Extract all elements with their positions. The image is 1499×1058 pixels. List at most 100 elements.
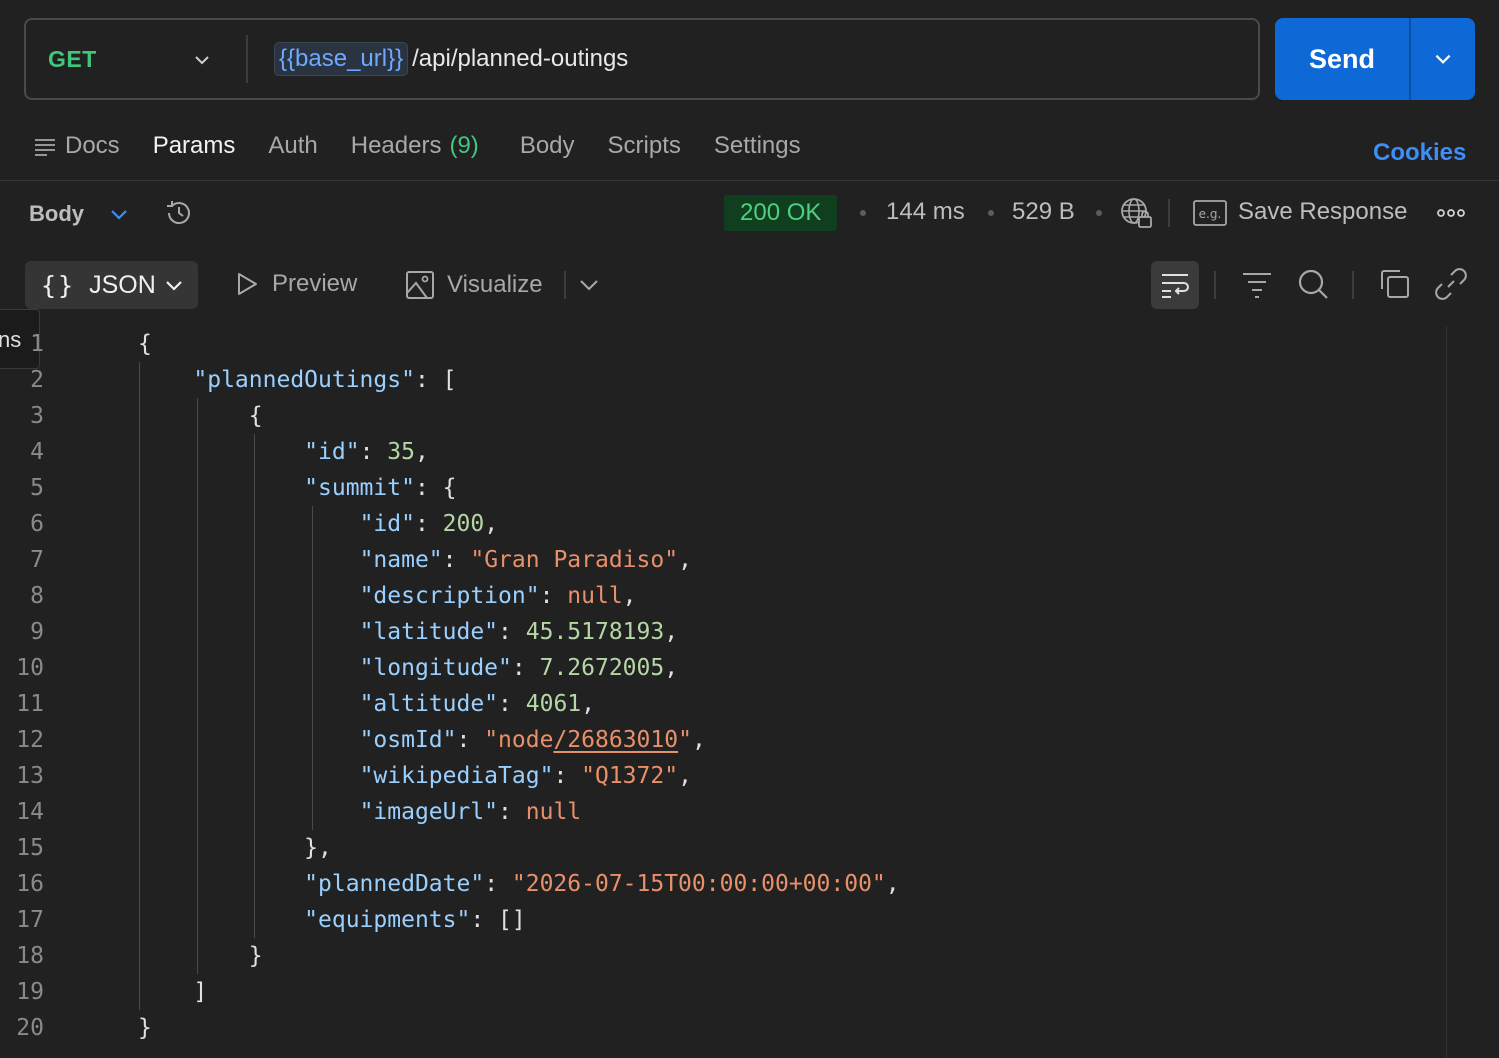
code-line: 3 { — [0, 398, 1445, 434]
code-line: 4 "id": 35, — [0, 434, 1445, 470]
tab-label: Headers — [350, 132, 442, 159]
line-number: 19 — [16, 979, 44, 1005]
docs-icon — [35, 139, 55, 156]
json-array: [] — [498, 907, 526, 933]
tab-auth[interactable]: Auth — [268, 132, 317, 160]
json-key: "equipments" — [304, 907, 471, 933]
chevron-down-icon — [166, 281, 182, 291]
code-line: 15 }, — [0, 830, 1445, 866]
url-variable-chip[interactable]: {{base_url}} — [274, 42, 409, 76]
visualize-button[interactable]: Visualize — [405, 270, 543, 300]
scrollbar[interactable] — [1446, 326, 1447, 1058]
code-line: 9 "latitude": 45.5178193, — [0, 614, 1445, 650]
visualize-label: Visualize — [447, 271, 543, 298]
code-line: 1{ — [0, 326, 1445, 362]
url-path: /api/planned-outings — [412, 45, 629, 72]
json-string: "node — [484, 727, 554, 753]
method-select[interactable]: GET — [26, 20, 246, 98]
send-options-button[interactable] — [1411, 18, 1475, 100]
code-line: 16 "plannedDate": "2026-07-15T00:00:00+0… — [0, 866, 1445, 902]
url-divider — [246, 35, 248, 83]
json-number: 45.5178193 — [525, 619, 665, 645]
code-line: 19 ] — [0, 974, 1445, 1010]
tab-body[interactable]: Body — [520, 132, 575, 160]
tab-label: Auth — [268, 132, 318, 159]
code-line: 11 "altitude": 4061, — [0, 686, 1445, 722]
response-view-label[interactable]: Body — [29, 201, 84, 227]
line-number: 11 — [16, 691, 44, 717]
tab-params[interactable]: Params — [153, 132, 236, 160]
play-icon — [238, 273, 257, 295]
line-number: 13 — [16, 763, 44, 789]
response-size[interactable]: 529 B — [1012, 198, 1075, 226]
tab-headers[interactable]: Headers (9) — [351, 132, 479, 160]
chevron-down-icon[interactable] — [108, 203, 130, 225]
line-number: 9 — [30, 619, 44, 645]
tab-settings[interactable]: Settings — [714, 132, 801, 160]
cookies-link[interactable]: Cookies — [1373, 139, 1466, 167]
line-number: 8 — [30, 583, 44, 609]
line-number: 4 — [30, 439, 44, 465]
status-badge[interactable]: 200 OK — [724, 195, 838, 231]
preview-button[interactable]: Preview — [234, 270, 357, 298]
separator — [1352, 271, 1354, 299]
line-number: 2 — [30, 367, 44, 393]
code-line: 10 "longitude": 7.2672005, — [0, 650, 1445, 686]
json-string: "Gran Paradiso" — [470, 547, 679, 573]
json-number: 35 — [387, 439, 415, 465]
json-string: " — [678, 727, 692, 753]
wrap-lines-icon — [1162, 274, 1189, 298]
json-key: "wikipediaTag" — [359, 763, 554, 789]
code-line: 14 "imageUrl": null — [0, 794, 1445, 830]
url-bar: GET {{base_url}} /api/planned-outings — [24, 18, 1260, 100]
separator-dot — [860, 210, 866, 216]
code-line: 12 "osmId": "node/26863010", — [0, 722, 1445, 758]
preview-label: Preview — [272, 270, 358, 297]
tab-label: Settings — [713, 132, 801, 159]
more-options-icon[interactable] — [1435, 205, 1467, 221]
json-key: "plannedOutings" — [193, 367, 415, 393]
json-key: "name" — [359, 547, 443, 573]
braces-icon: {} — [41, 270, 76, 300]
line-number: 20 — [16, 1015, 44, 1041]
format-label: JSON — [89, 270, 156, 299]
search-icon[interactable] — [1296, 267, 1330, 301]
save-response-button[interactable]: Save Response — [1238, 198, 1407, 226]
format-json-select[interactable]: {} JSON — [25, 261, 198, 309]
history-icon[interactable] — [163, 197, 195, 229]
code-line: 18 } — [0, 938, 1445, 974]
wrap-lines-button[interactable] — [1151, 261, 1199, 309]
response-body-viewer[interactable]: 1{ 2 "plannedOutings": [ 3 { 4 "id": 35,… — [0, 326, 1445, 1046]
line-number: 6 — [30, 511, 44, 537]
line-number: 17 — [16, 907, 44, 933]
json-number: 200 — [442, 511, 485, 537]
tab-label: Body — [519, 132, 575, 159]
code-line: 17 "equipments": [] — [0, 902, 1445, 938]
json-number: 4061 — [525, 691, 582, 717]
svg-text:e.g.: e.g. — [1199, 207, 1222, 221]
network-globe-lock-icon[interactable] — [1119, 196, 1153, 230]
line-number: 16 — [16, 871, 44, 897]
json-key: "id" — [359, 511, 415, 537]
chevron-down-icon[interactable] — [577, 273, 601, 297]
response-time[interactable]: 144 ms — [886, 198, 965, 226]
copy-icon[interactable] — [1378, 267, 1412, 301]
separator — [1168, 199, 1170, 227]
separator-dot — [988, 210, 994, 216]
json-string-link[interactable]: /26863010 — [553, 727, 678, 753]
headers-count: (9) — [449, 132, 479, 159]
filter-icon[interactable] — [1240, 267, 1274, 301]
code-line: 2 "plannedOutings": [ — [0, 362, 1445, 398]
json-key: "plannedDate" — [304, 871, 485, 897]
separator-dot — [1096, 210, 1102, 216]
tab-scripts[interactable]: Scripts — [608, 132, 681, 160]
line-number: 5 — [30, 475, 44, 501]
url-input[interactable]: {{base_url}} /api/planned-outings — [274, 42, 628, 76]
send-button[interactable]: Send — [1275, 18, 1409, 100]
json-null: null — [525, 799, 582, 825]
link-icon[interactable] — [1434, 267, 1468, 301]
code-line: 8 "description": null, — [0, 578, 1445, 614]
line-number: 12 — [16, 727, 44, 753]
tab-docs[interactable]: Docs — [34, 132, 120, 160]
separator — [564, 271, 566, 299]
